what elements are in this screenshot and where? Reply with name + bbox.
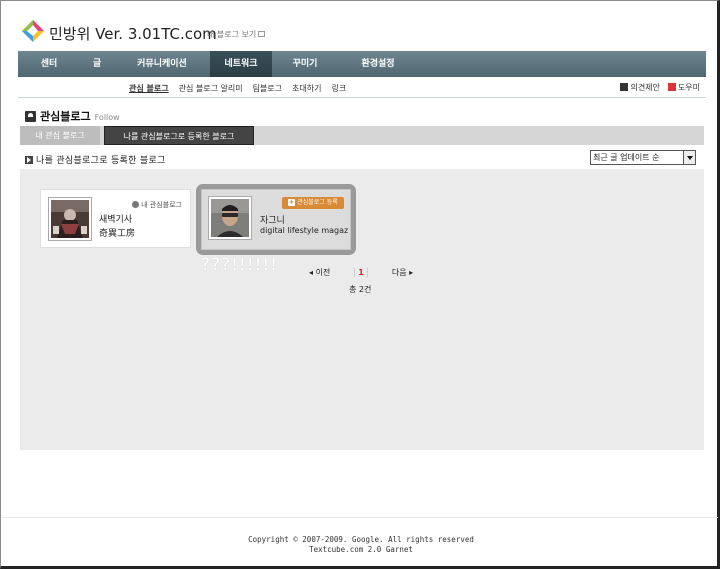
- blog-name[interactable]: 새벽기사: [99, 212, 132, 225]
- feedback-label[interactable]: 의견제안: [630, 83, 659, 92]
- view-blog-link[interactable]: 내 블로그 보기: [207, 29, 266, 40]
- sort-select-value: 최근 글 업데이트 순: [593, 153, 660, 162]
- browser-window: 민방위 Ver. 3.01TC.com 내 블로그 보기 센터 글 커뮤니케이션…: [0, 0, 720, 569]
- sub-nav: 관심 블로그 관심 블로그 알리미 팀블로그 초대하기 링크 의견제안 도우미: [18, 77, 706, 98]
- list-header-label: 나를 관심블로그로 등록한 블로그: [36, 156, 166, 166]
- logo-icon: [22, 20, 44, 42]
- external-link-icon: [258, 31, 266, 37]
- tab-bar: 내 관심 블로그 나를 관심블로그로 등록한 블로그: [20, 126, 704, 145]
- footer-divider: [2, 517, 718, 518]
- tab-my-interest-blog[interactable]: 내 관심 블로그: [20, 126, 100, 145]
- feedback-link[interactable]: 의견제안: [620, 82, 660, 93]
- subnav-link[interactable]: 링크: [331, 83, 346, 94]
- footer: Copyright © 2007-2009. Google. All right…: [1, 535, 720, 555]
- feedback-icon: [620, 83, 629, 91]
- subnav-team-blog[interactable]: 팀블로그: [253, 83, 282, 94]
- plus-icon: +: [288, 198, 296, 206]
- blog-card[interactable]: 내 관심블로그 새벽기사 奇異工房: [40, 189, 191, 248]
- section-title-text: 관심블로그: [40, 110, 91, 123]
- help-link[interactable]: 도우미: [667, 82, 700, 93]
- section-title: 관심블로그 Follow: [25, 108, 120, 124]
- help-label[interactable]: 도우미: [678, 83, 700, 92]
- blog-subtitle: 奇異工房: [99, 229, 136, 239]
- add-interest-blog-label[interactable]: 관심블로그 등록: [297, 199, 338, 206]
- subnav-invite[interactable]: 초대하기: [292, 83, 321, 94]
- prev-page-link[interactable]: 이전: [309, 267, 331, 278]
- sort-select[interactable]: 최근 글 업데이트 순: [590, 150, 696, 165]
- avatar-image: [211, 199, 249, 237]
- blog-list-area: 내 관심블로그 새벽기사 奇異工房 + 관심블로그 등록 자그니 digital…: [20, 169, 704, 450]
- blog-card[interactable]: +관심블로그 등록 자그니 digital lifestyle magazine: [201, 189, 351, 250]
- pagination: 이전 1 다음: [309, 267, 413, 278]
- nav-posts[interactable]: 글: [80, 51, 114, 77]
- tab-blogs-following-me[interactable]: 나를 관심블로그로 등록한 블로그: [104, 126, 254, 145]
- highlight-overlay: +관심블로그 등록 자그니 digital lifestyle magazine: [196, 184, 356, 255]
- nav-decorate[interactable]: 꾸미기: [272, 51, 338, 77]
- chevron-down-icon[interactable]: [683, 151, 695, 164]
- current-page[interactable]: 1: [354, 268, 368, 277]
- blog-subtitle: digital lifestyle magazine: [260, 226, 348, 235]
- main-nav: 센터 글 커뮤니케이션 네트워크 꾸미기 환경설정: [18, 51, 706, 77]
- nav-settings[interactable]: 환경설정: [338, 51, 418, 77]
- subnav-interest-alert[interactable]: 관심 블로그 알리미: [179, 83, 243, 94]
- blog-name[interactable]: 자그니: [260, 213, 285, 226]
- version-text: Textcube.com 2.0 Garnet: [309, 545, 413, 554]
- arrow-right-icon: [25, 155, 33, 164]
- help-icon: [667, 83, 676, 91]
- person-icon: [25, 110, 36, 122]
- person-icon: [132, 201, 140, 208]
- section-title-english: Follow: [94, 112, 120, 122]
- interest-badge: 내 관심블로그: [132, 200, 182, 210]
- total-count: 총 2건: [349, 285, 372, 294]
- interest-badge-label: 내 관심블로그: [141, 201, 182, 209]
- avatar[interactable]: [208, 196, 252, 240]
- subnav-interest-blog[interactable]: 관심 블로그: [129, 83, 169, 94]
- next-page-link[interactable]: 다음: [392, 267, 413, 278]
- handwritten-annotation: ???!!!!!!: [201, 255, 278, 275]
- nav-network[interactable]: 네트워크: [210, 51, 272, 77]
- list-header: 나를 관심블로그로 등록한 블로그: [25, 153, 166, 166]
- view-blog-label[interactable]: 내 블로그 보기: [207, 30, 256, 39]
- site-title[interactable]: 민방위 Ver. 3.01TC.com: [49, 23, 217, 44]
- avatar[interactable]: [48, 197, 92, 241]
- copyright-text: Copyright © 2007-2009. Google. All right…: [248, 535, 474, 544]
- nav-communication[interactable]: 커뮤니케이션: [114, 51, 210, 77]
- add-interest-blog-button[interactable]: + 관심블로그 등록: [282, 197, 344, 209]
- nav-center[interactable]: 센터: [18, 51, 80, 77]
- avatar-image: [51, 200, 89, 238]
